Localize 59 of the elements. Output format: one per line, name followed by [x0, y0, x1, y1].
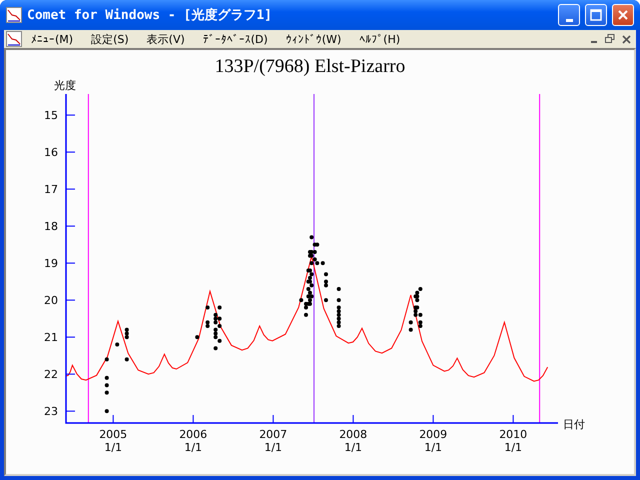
data-point — [124, 357, 129, 362]
x-tick-sublabel: 1/1 — [104, 441, 122, 454]
x-tick-label: 2005 — [99, 428, 128, 441]
y-tick-label: 19 — [44, 257, 58, 270]
data-point — [214, 346, 218, 350]
x-tick-sublabel: 1/1 — [344, 441, 362, 454]
y-tick-label: 17 — [44, 183, 58, 196]
x-tick-sublabel: 1/1 — [424, 441, 442, 454]
menu-item[interactable]: 表示(V) — [138, 32, 194, 46]
app-icon — [6, 7, 22, 23]
x-tick-label: 2008 — [339, 428, 368, 441]
y-tick-label: 20 — [44, 294, 58, 308]
data-point — [324, 272, 328, 276]
data-point — [104, 390, 109, 395]
y-tick-label: 16 — [44, 146, 58, 160]
y-tick-label: 22 — [44, 368, 58, 382]
menu-item[interactable]: ﾍﾙﾌﾟ(H) — [350, 32, 410, 46]
x-tick-label: 2007 — [259, 428, 288, 441]
data-point — [104, 357, 109, 362]
data-point — [218, 306, 222, 310]
x-tick-label: 2010 — [499, 428, 528, 441]
maximize-button[interactable] — [585, 4, 607, 26]
close-icon — [617, 9, 629, 21]
x-tick-sublabel: 1/1 — [184, 441, 202, 454]
close-button[interactable] — [612, 4, 634, 26]
y-tick-label: 21 — [44, 331, 58, 344]
menu-item[interactable]: ﾒﾆｭｰ(M) — [22, 32, 82, 46]
data-point — [104, 383, 109, 388]
menu-item[interactable]: ｳｨﾝﾄﾞｳ(W) — [276, 32, 350, 46]
data-point — [104, 376, 109, 380]
data-point — [304, 312, 308, 317]
restore-icon — [605, 34, 615, 44]
menu-item[interactable]: 設定(S) — [82, 32, 138, 46]
data-point — [408, 328, 413, 332]
y-tick-label: 15 — [44, 109, 58, 122]
y-axis-label: 光度 — [54, 79, 76, 92]
data-point — [115, 342, 120, 347]
data-point — [324, 298, 328, 302]
window-title: Comet for Windows - [光度グラフ1] — [27, 6, 274, 24]
minimize-button[interactable] — [558, 4, 580, 26]
data-point — [104, 409, 109, 414]
data-point — [336, 287, 341, 292]
y-tick-label: 23 — [44, 405, 58, 418]
data-point — [310, 235, 314, 240]
data-point — [206, 306, 210, 310]
maximize-icon — [590, 9, 602, 21]
chart-title: 133P/(7968) Elst-Pizarro — [214, 56, 406, 77]
data-point — [408, 320, 413, 324]
x-tick-label: 2006 — [179, 428, 208, 441]
close-icon — [622, 34, 630, 44]
y-tick-label: 18 — [44, 220, 58, 234]
data-point — [336, 298, 341, 302]
x-tick-sublabel: 1/1 — [504, 441, 522, 454]
menu-item[interactable]: ﾃﾞｰﾀﾍﾞｰｽ(D) — [194, 32, 277, 46]
data-point — [195, 335, 200, 340]
x-tick-sublabel: 1/1 — [264, 441, 282, 454]
minimize-icon — [566, 18, 572, 22]
x-tick-label: 2009 — [419, 428, 448, 441]
x-axis-label: 日付 — [563, 418, 585, 431]
